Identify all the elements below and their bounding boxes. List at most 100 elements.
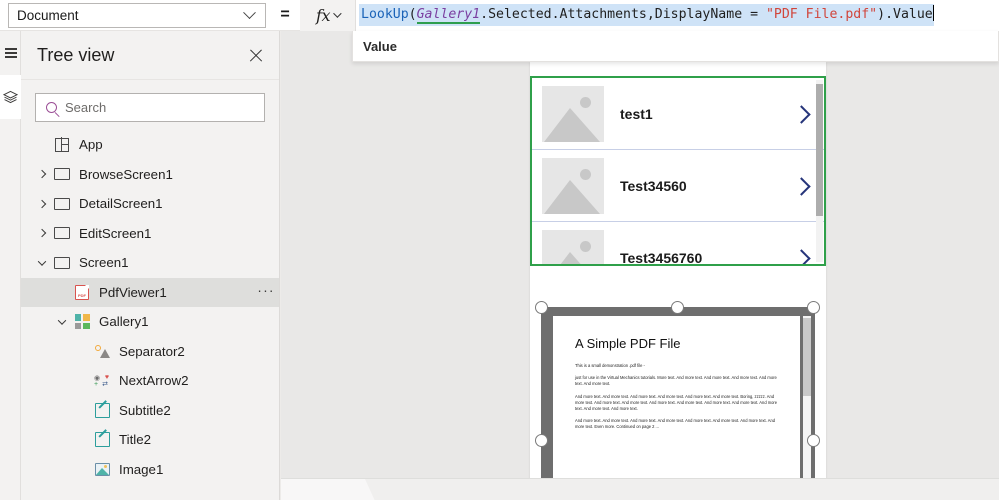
fx-label: fx [316,5,330,25]
chevron-down-icon[interactable] [53,316,71,325]
tree-item-label: Gallery1 [99,314,149,330]
resize-handle-middle-left[interactable] [535,434,548,447]
formula-token-ctrl: Gallery1 [416,7,481,24]
pdf-heading: A Simple PDF File [575,336,681,351]
gallery-row-title: Test34560 [620,177,687,194]
tree-item-label: Image1 [119,461,164,477]
formula-token-plain: .Selected.Attachments,DisplayName [480,7,743,22]
formula-toolbar: Document = fx LookUp(Gallery1.Selected.A… [0,0,999,31]
screen-icon [54,227,70,240]
chevron-right-icon[interactable] [790,175,812,197]
tree-item-title2[interactable]: Title2 [21,425,279,455]
hamburger-icon [4,45,17,60]
pdf-scrollbar-thumb[interactable] [803,318,811,396]
app-screen-preview[interactable]: test1 Test34560 Test3456760 A Simple PDF F… [530,62,826,500]
pdf-icon [75,284,89,300]
tree-item-gallery1[interactable]: Gallery1 [21,307,279,337]
chevron-down-icon[interactable] [33,257,51,266]
resize-handle-top-right[interactable] [807,301,820,314]
text-icon [94,432,110,448]
image-placeholder-icon [542,85,604,142]
pdf-page: A Simple PDF File This is a small demons… [553,316,800,500]
image-icon [94,462,110,476]
resize-handle-top-center[interactable] [671,301,684,314]
property-selector[interactable]: Document [8,2,266,28]
chevron-right-icon[interactable] [33,229,51,238]
tree-item-detailscreen1[interactable]: DetailScreen1 [21,189,279,219]
image-placeholder-icon [542,229,604,264]
formula-text[interactable]: LookUp(Gallery1.Selected.Attachments,Dis… [359,4,935,26]
tree-view-panel: Tree view Search App BrowseScreen1 DetailS… [21,31,280,500]
tree-item-screen1[interactable]: Screen1 [21,248,279,278]
powerapps-studio: Document = fx LookUp(Gallery1.Selected.A… [0,0,999,500]
formula-token-str: "PDF File.pdf" [765,7,878,22]
fx-button[interactable]: fx [300,0,356,31]
text-icon [94,402,110,418]
pdf-paragraph: And more text. And more text. And more t… [575,418,776,430]
search-input[interactable]: Search [35,93,265,122]
tree-item-browsescreen1[interactable]: BrowseScreen1 [21,160,279,190]
search-placeholder: Search [65,100,107,115]
tree-item-label: DetailScreen1 [79,196,163,212]
tree-item-label: Separator2 [119,343,185,359]
pdf-paragraph: just for use in the Virtual Mechanics tu… [575,375,777,387]
chevron-right-icon[interactable] [790,103,812,125]
gallery-row-title: Test3456760 [620,249,703,266]
resize-handle-top-left[interactable] [535,301,548,314]
gallery-row[interactable]: Test34560 [532,150,824,222]
pdf-paragraph: This is a small demonstration .pdf file … [575,363,645,368]
panel-title: Tree view [37,44,115,65]
tree-item-label: BrowseScreen1 [79,166,173,182]
pdf-viewer-control[interactable]: A Simple PDF File This is a small demons… [535,301,820,500]
tree-item-app[interactable]: App [21,130,279,160]
tree-item-label: NextArrow2 [119,373,189,389]
gallery-row[interactable]: test1 [532,78,824,150]
tree-item-label: EditScreen1 [79,225,152,241]
gallery-rows: test1 Test34560 Test3456760 [532,78,824,266]
close-icon[interactable] [245,44,267,66]
search-icon [46,102,57,113]
tree-item-subtitle2[interactable]: Subtitle2 [21,396,279,426]
pdf-body: This is a small demonstration .pdf file … [575,363,778,431]
formula-token-fn: LookUp [361,7,409,22]
hamburger-menu-button[interactable] [0,31,21,75]
tree-item-pdfviewer1[interactable]: PdfViewer1 ··· [21,277,279,307]
tree-item-label: Title2 [119,432,152,448]
gallery-icon [74,314,90,330]
tree-view-header: Tree view [21,31,279,80]
tree-item-nextarrow2[interactable]: ◉ ♥ + ⇄ NextArrow2 [21,366,279,396]
formula-token-op: ( [408,7,417,22]
arrow-icon: ◉ ♥ + ⇄ [94,373,109,388]
left-rail [0,31,21,500]
gallery-scrollbar-thumb[interactable] [816,84,823,216]
gallery-row[interactable]: Test3456760 [532,222,824,266]
intellisense-dropdown[interactable]: Value [352,31,999,62]
tree-item-list: App BrowseScreen1 DetailScreen1 EditScreen1… [21,130,279,484]
tree-view-rail-button[interactable] [0,75,21,119]
tree-item-editscreen1[interactable]: EditScreen1 [21,219,279,249]
screen-icon [54,168,70,181]
tree-item-label: Screen1 [79,255,129,271]
chevron-down-icon [333,9,342,18]
canvas-bottom-bar [281,478,999,500]
formula-token-op: = [742,7,766,22]
gallery-row-title: test1 [620,105,653,122]
image-placeholder-icon [542,157,604,214]
intellisense-suggestion[interactable]: Value [363,39,397,54]
chevron-right-icon[interactable] [33,199,51,208]
chevron-right-icon[interactable] [790,247,812,265]
resize-handle-middle-right[interactable] [807,434,820,447]
formula-bar[interactable]: LookUp(Gallery1.Selected.Attachments,Dis… [356,0,999,31]
app-icon [55,137,70,153]
chevron-down-icon [243,5,256,19]
tree-item-label: App [79,137,103,153]
formula-token-plain: ).Value [877,7,933,22]
screen-icon [54,197,70,210]
tree-item-image1[interactable]: Image1 [21,455,279,485]
gallery-control[interactable]: test1 Test34560 Test3456760 [530,76,826,266]
tree-item-separator2[interactable]: Separator2 [21,337,279,367]
tree-item-more-menu[interactable]: ··· [253,283,279,299]
canvas-bottom-tab[interactable] [281,479,375,500]
chevron-right-icon[interactable] [33,170,51,179]
app-canvas[interactable]: test1 Test34560 Test3456760 A Simple PDF F… [281,31,999,500]
